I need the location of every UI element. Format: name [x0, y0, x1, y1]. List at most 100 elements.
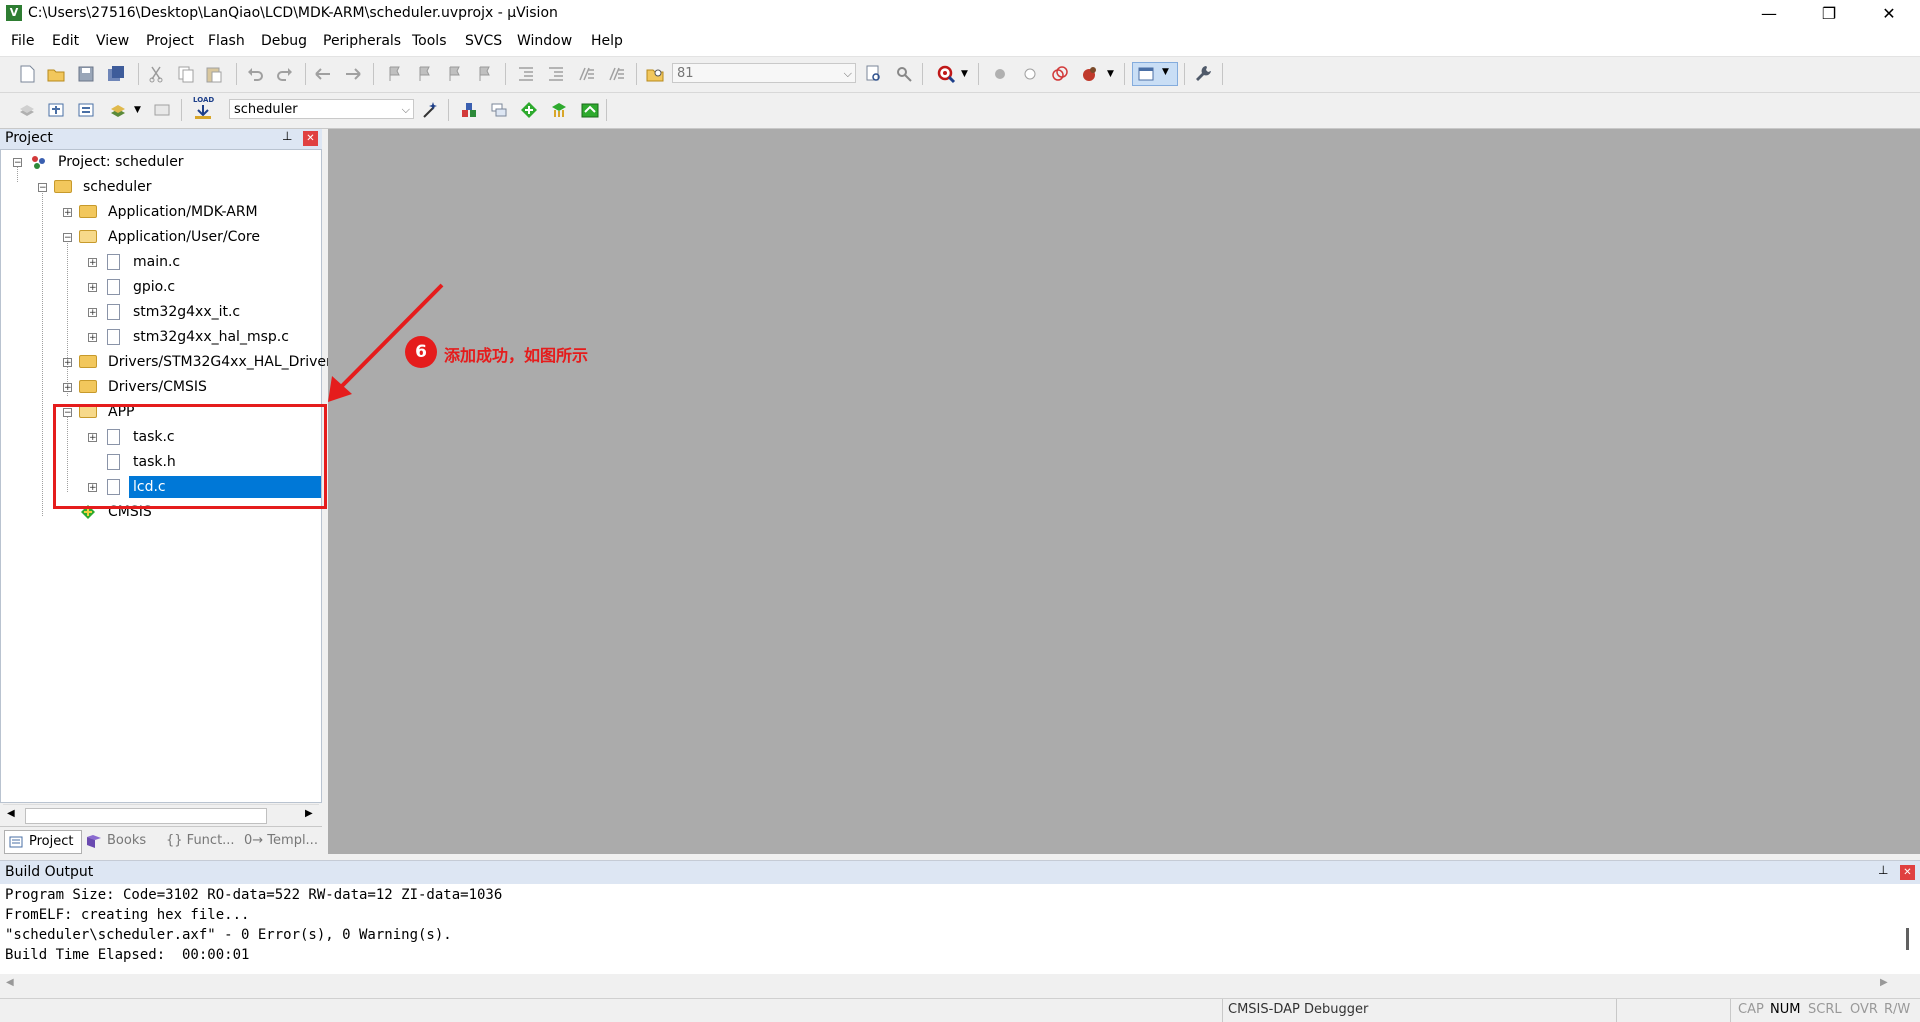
pack-installer-icon[interactable]	[519, 100, 539, 120]
menu-svcs[interactable]: SVCS	[465, 33, 502, 49]
batch-build-icon[interactable]	[108, 100, 128, 120]
tab-templates[interactable]: 0→ Templ...	[242, 830, 318, 852]
copy-icon[interactable]	[176, 64, 196, 84]
bookmark-next-icon[interactable]	[445, 64, 465, 84]
manage-rte-icon[interactable]	[580, 100, 600, 120]
configure-icon[interactable]	[1080, 64, 1100, 84]
tab-functions[interactable]: {} Funct...	[164, 830, 236, 852]
panel-close-button[interactable]: ✕	[303, 131, 318, 146]
pin-icon[interactable]: ⊥	[1878, 863, 1888, 877]
find-in-files-icon[interactable]	[645, 64, 665, 84]
expand-icon[interactable]: +	[63, 383, 72, 393]
configure-dropdown-icon[interactable]: ▼	[1107, 69, 1114, 79]
menu-help[interactable]: Help	[591, 33, 623, 49]
tree-file-gpio-c[interactable]: + gpio.c	[1, 275, 321, 299]
menu-file[interactable]: File	[11, 33, 34, 49]
breakpoint-kill-icon[interactable]	[1050, 64, 1070, 84]
tree-file-main-c[interactable]: + main.c	[1, 250, 321, 274]
scroll-right-icon[interactable]: ▶	[1880, 977, 1888, 988]
target-combo[interactable]: scheduler ⌵	[229, 99, 414, 119]
tree-group-drivers-cmsis[interactable]: + Drivers/CMSIS	[1, 375, 321, 399]
expand-icon[interactable]: +	[88, 258, 97, 268]
menu-tools[interactable]: Tools	[412, 33, 447, 49]
menu-peripherals[interactable]: Peripherals	[323, 33, 401, 49]
save-icon[interactable]	[76, 64, 96, 84]
build-icon[interactable]	[46, 100, 66, 120]
menu-flash[interactable]: Flash	[208, 33, 245, 49]
indent-icon[interactable]	[516, 64, 536, 84]
target-options-icon[interactable]	[421, 100, 441, 120]
build-horizontal-scrollbar[interactable]: ◀ ▶	[0, 974, 1920, 994]
build-output-log[interactable]: Program Size: Code=3102 RO-data=522 RW-d…	[0, 884, 1920, 974]
comment-icon[interactable]	[576, 64, 596, 84]
find-icon[interactable]	[864, 64, 884, 84]
tree-group-user-core[interactable]: − Application/User/Core	[1, 225, 321, 249]
select-packs-icon[interactable]	[549, 100, 569, 120]
window-layout-button[interactable]: ▼	[1132, 62, 1178, 86]
bookmark-icon[interactable]	[385, 64, 405, 84]
rebuild-icon[interactable]	[76, 100, 96, 120]
find-combo[interactable]: 81 ⌵	[672, 63, 856, 83]
collapse-icon[interactable]: −	[13, 158, 22, 168]
editor-area[interactable]	[328, 129, 1920, 854]
collapse-icon[interactable]: −	[38, 183, 47, 193]
unindent-icon[interactable]	[546, 64, 566, 84]
menu-edit[interactable]: Edit	[52, 33, 79, 49]
tab-project[interactable]: Project	[4, 830, 82, 854]
breakpoint-icon[interactable]	[990, 64, 1010, 84]
horizontal-scrollbar[interactable]: ◀ ▶	[3, 804, 319, 825]
stop-build-icon[interactable]	[152, 100, 172, 120]
bookmark-clear-icon[interactable]	[475, 64, 495, 84]
tree-project-root[interactable]: − Project: scheduler	[1, 150, 321, 174]
minimize-button[interactable]: —	[1740, 0, 1798, 28]
expand-icon[interactable]: +	[63, 208, 72, 218]
paste-icon[interactable]	[204, 64, 224, 84]
redo-icon[interactable]	[275, 64, 295, 84]
new-file-icon[interactable]	[17, 64, 37, 84]
debug-session-icon[interactable]	[936, 64, 956, 84]
nav-back-icon[interactable]	[313, 64, 333, 84]
pin-icon[interactable]: ⊥	[282, 129, 292, 143]
manage-project-icon[interactable]	[489, 100, 509, 120]
wrench-icon[interactable]	[1193, 64, 1213, 84]
menu-project[interactable]: Project	[146, 33, 194, 49]
scroll-left-icon[interactable]: ◀	[7, 808, 15, 819]
expand-icon[interactable]: +	[88, 333, 97, 343]
menu-debug[interactable]: Debug	[261, 33, 307, 49]
breakpoint-disable-icon[interactable]	[1020, 64, 1040, 84]
vertical-scrollbar-thumb[interactable]	[1906, 928, 1909, 950]
uncomment-icon[interactable]	[606, 64, 626, 84]
tree-file-it-c[interactable]: + stm32g4xx_it.c	[1, 300, 321, 324]
tree-group-mdk-arm[interactable]: + Application/MDK-ARM	[1, 200, 321, 224]
bookmark-prev-icon[interactable]	[415, 64, 435, 84]
build-close-button[interactable]: ✕	[1900, 865, 1915, 880]
load-button[interactable]: LOAD	[191, 96, 215, 122]
tree-target[interactable]: − scheduler	[1, 175, 321, 199]
tab-books[interactable]: Books	[85, 830, 157, 852]
undo-icon[interactable]	[245, 64, 265, 84]
open-file-icon[interactable]	[46, 64, 66, 84]
save-all-icon[interactable]	[106, 64, 126, 84]
cut-icon[interactable]	[146, 64, 166, 84]
menu-view[interactable]: View	[96, 33, 129, 49]
expand-icon[interactable]: +	[88, 283, 97, 293]
incremental-find-icon[interactable]	[894, 64, 914, 84]
nav-forward-icon[interactable]	[343, 64, 363, 84]
tree-group-hal-driver[interactable]: + Drivers/STM32G4xx_HAL_Driver	[1, 350, 332, 374]
scroll-right-icon[interactable]: ▶	[305, 808, 313, 819]
debug-dropdown-icon[interactable]: ▼	[961, 69, 968, 79]
batch-dropdown-icon[interactable]: ▼	[134, 105, 141, 115]
menu-window[interactable]: Window	[517, 33, 572, 49]
scroll-left-icon[interactable]: ◀	[6, 977, 14, 988]
expand-icon[interactable]: +	[63, 358, 72, 368]
maximize-button[interactable]: ❐	[1800, 0, 1858, 28]
expand-icon[interactable]: +	[88, 308, 97, 318]
tree-file-hal-msp-c[interactable]: + stm32g4xx_hal_msp.c	[1, 325, 321, 349]
file-extensions-icon[interactable]	[459, 100, 479, 120]
collapse-icon[interactable]: −	[63, 233, 72, 243]
translate-icon[interactable]	[17, 100, 37, 120]
close-button[interactable]: ✕	[1860, 0, 1918, 28]
scrollbar-thumb[interactable]	[25, 808, 267, 824]
file-icon	[107, 279, 120, 295]
file-icon	[107, 304, 120, 320]
